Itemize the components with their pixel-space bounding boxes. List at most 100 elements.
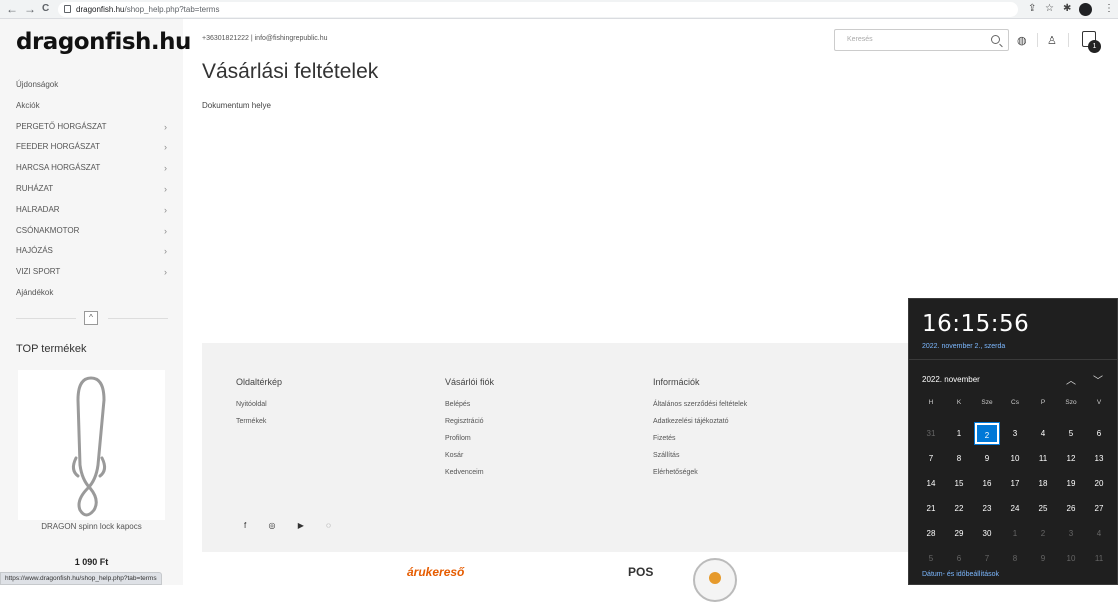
sidebar-item[interactable]: FEEDER HORGÁSZAT › bbox=[16, 137, 171, 158]
clock-date[interactable]: 2022. november 2., szerda bbox=[922, 343, 1005, 350]
chevron-down-icon[interactable]: ﹀ bbox=[1093, 372, 1103, 387]
calendar-day[interactable]: 4 bbox=[1029, 421, 1057, 446]
site-logo[interactable]: dragonfish.hu bbox=[16, 29, 191, 55]
calendar-day[interactable]: 1 bbox=[1001, 521, 1029, 546]
calendar-day[interactable]: 7 bbox=[973, 546, 1001, 571]
footer-link[interactable]: Profilom bbox=[445, 435, 494, 452]
chevron-right-icon: › bbox=[164, 183, 167, 194]
sidebar-item[interactable]: Akciók bbox=[16, 96, 171, 117]
user-account-icon[interactable]: ♙ bbox=[1047, 34, 1057, 47]
calendar-day[interactable]: 17 bbox=[1001, 471, 1029, 496]
youtube-icon[interactable]: ▶ bbox=[298, 521, 304, 530]
calendar-day[interactable]: 10 bbox=[1001, 446, 1029, 471]
footer-link[interactable]: Regisztráció bbox=[445, 418, 494, 435]
calendar-day[interactable]: 25 bbox=[1029, 496, 1057, 521]
calendar-day[interactable]: 7 bbox=[917, 446, 945, 471]
footer-link[interactable]: Elérhetőségek bbox=[653, 469, 747, 486]
reload-icon[interactable]: C bbox=[42, 3, 49, 14]
calendar-day[interactable]: 31 bbox=[917, 421, 945, 446]
weekday-header: Cs bbox=[1011, 399, 1019, 406]
calendar-day[interactable]: 9 bbox=[1029, 546, 1057, 571]
sidebar-item[interactable]: PERGETŐ HORGÁSZAT › bbox=[16, 117, 171, 138]
footer-link[interactable]: Fizetés bbox=[653, 435, 747, 452]
extensions-icon[interactable]: ✱ bbox=[1063, 3, 1071, 14]
calendar-day[interactable]: 8 bbox=[945, 446, 973, 471]
calendar-day[interactable]: 29 bbox=[945, 521, 973, 546]
date-time-settings-link[interactable]: Dátum- és időbeállítások bbox=[922, 571, 999, 578]
sidebar-item[interactable]: HARCSA HORGÁSZAT › bbox=[16, 158, 171, 179]
calendar-day[interactable]: 18 bbox=[1029, 471, 1057, 496]
calendar-day[interactable]: 8 bbox=[1001, 546, 1029, 571]
product-name[interactable]: DRAGON spinn lock kapocs bbox=[0, 522, 183, 531]
calendar-day[interactable]: 5 bbox=[1057, 421, 1085, 446]
calendar-day[interactable]: 11 bbox=[1029, 446, 1057, 471]
search-icon[interactable] bbox=[991, 35, 1000, 44]
calendar-day[interactable]: 21 bbox=[917, 496, 945, 521]
sidebar-item[interactable]: CSÓNAKMOTOR › bbox=[16, 221, 171, 242]
forward-icon[interactable]: → bbox=[24, 2, 36, 16]
calendar-day[interactable]: 5 bbox=[917, 546, 945, 571]
instagram-icon[interactable]: ◎ bbox=[268, 521, 275, 530]
menu-kebab-icon[interactable]: ⋮ bbox=[1104, 3, 1114, 14]
chevron-right-icon: › bbox=[164, 225, 167, 236]
calendar-day[interactable]: 20 bbox=[1085, 471, 1113, 496]
footer-link[interactable]: Általános szerződési feltételek bbox=[653, 401, 747, 418]
calendar-day[interactable]: 22 bbox=[945, 496, 973, 521]
product-image[interactable] bbox=[18, 370, 165, 520]
calendar-day[interactable]: 13 bbox=[1085, 446, 1113, 471]
calendar-day[interactable]: 12 bbox=[1057, 446, 1085, 471]
calendar-day[interactable]: 14 bbox=[917, 471, 945, 496]
sidebar-item[interactable]: Ajándékok bbox=[16, 283, 171, 304]
calendar-day[interactable]: 10 bbox=[1057, 546, 1085, 571]
calendar-day[interactable]: 23 bbox=[973, 496, 1001, 521]
cookie-icon[interactable]: ◌ bbox=[326, 521, 331, 530]
profile-avatar-icon[interactable] bbox=[1079, 3, 1092, 16]
contact-info[interactable]: +36301821222 | info@fishingrepublic.hu bbox=[202, 35, 328, 42]
calendar-day[interactable]: 27 bbox=[1085, 496, 1113, 521]
footer-link[interactable]: Kedvenceim bbox=[445, 469, 494, 486]
calendar-day[interactable]: 3 bbox=[1001, 421, 1029, 446]
sidebar-item[interactable]: RUHÁZAT › bbox=[16, 179, 171, 200]
facebook-icon[interactable]: f bbox=[244, 521, 246, 530]
sidebar-item[interactable]: HALRADAR › bbox=[16, 200, 171, 221]
calendar-day[interactable]: 15 bbox=[945, 471, 973, 496]
calendar-day[interactable]: 24 bbox=[1001, 496, 1029, 521]
arukereso-badge[interactable]: árukereső bbox=[407, 565, 464, 579]
calendar-day[interactable]: 2 bbox=[1029, 521, 1057, 546]
back-icon[interactable]: ← bbox=[6, 2, 18, 16]
divider bbox=[1037, 33, 1038, 47]
calendar-day[interactable]: 11 bbox=[1085, 546, 1113, 571]
weekday-header: P bbox=[1040, 399, 1046, 406]
calendar-day[interactable]: 2 bbox=[973, 421, 1001, 446]
sidebar-item[interactable]: HAJÓZÁS › bbox=[16, 241, 171, 262]
footer-link[interactable]: Kosár bbox=[445, 452, 494, 469]
language-globe-icon[interactable]: ◍ bbox=[1017, 34, 1027, 47]
sidebar-item[interactable]: VIZI SPORT › bbox=[16, 262, 171, 283]
calendar-day[interactable]: 6 bbox=[1085, 421, 1113, 446]
sidebar-item[interactable]: Újdonságok bbox=[16, 75, 171, 96]
search-input[interactable]: Keresés bbox=[834, 29, 1009, 51]
footer-link[interactable]: Belépés bbox=[445, 401, 494, 418]
calendar-day[interactable]: 26 bbox=[1057, 496, 1085, 521]
calendar-day[interactable]: 4 bbox=[1085, 521, 1113, 546]
chevron-up-icon[interactable]: ︿ bbox=[1066, 372, 1076, 387]
footer-link[interactable]: Szállítás bbox=[653, 452, 747, 469]
footer-link[interactable]: Nyitóoldal bbox=[236, 401, 282, 418]
calendar-day[interactable]: 1 bbox=[945, 421, 973, 446]
calendar-day[interactable]: 30 bbox=[973, 521, 1001, 546]
collapse-up-button[interactable]: ^ bbox=[84, 311, 98, 325]
bookmark-star-icon[interactable]: ☆ bbox=[1045, 3, 1054, 14]
footer-link[interactable]: Adatkezelési tájékoztató bbox=[653, 418, 747, 435]
calendar-day[interactable]: 9 bbox=[973, 446, 1001, 471]
calendar-day[interactable]: 28 bbox=[917, 521, 945, 546]
pos-badge[interactable]: POS bbox=[628, 565, 653, 579]
secure-purchase-seal-icon[interactable] bbox=[693, 558, 737, 602]
calendar-month[interactable]: 2022. november bbox=[922, 375, 980, 384]
calendar-day[interactable]: 19 bbox=[1057, 471, 1085, 496]
address-bar[interactable]: dragonfish.hu/shop_help.php?tab=terms bbox=[58, 2, 1018, 17]
footer-link[interactable]: Termékek bbox=[236, 418, 282, 435]
share-icon[interactable]: ⇪ bbox=[1028, 3, 1036, 14]
calendar-day[interactable]: 16 bbox=[973, 471, 1001, 496]
calendar-day[interactable]: 3 bbox=[1057, 521, 1085, 546]
calendar-day[interactable]: 6 bbox=[945, 546, 973, 571]
